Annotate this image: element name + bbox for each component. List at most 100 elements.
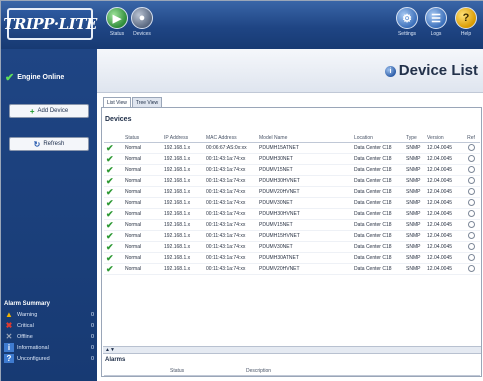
add-device-button[interactable]: + Add Device bbox=[9, 104, 89, 118]
alarm-summary-title: Alarm Summary bbox=[4, 301, 51, 307]
status-button[interactable]: ▶ Status bbox=[103, 7, 131, 37]
radio-button[interactable] bbox=[467, 221, 475, 229]
radio-button[interactable] bbox=[467, 166, 475, 174]
status-ok-icon: ✔ bbox=[106, 209, 114, 219]
table-row[interactable]: ✔ Normal 192.168.1.x 00:11:43:1a:74:xx PDUMV… bbox=[104, 220, 480, 231]
device-ip-address: 192.168.1.x bbox=[164, 200, 191, 206]
column-header-version[interactable]: Version bbox=[427, 134, 462, 143]
device-ref-radio[interactable] bbox=[464, 143, 478, 154]
device-status: Normal bbox=[125, 211, 142, 217]
radio-button[interactable] bbox=[467, 188, 475, 196]
help-button[interactable]: ? Help bbox=[452, 7, 480, 37]
table-row[interactable]: ✔ Normal 192.168.1.x 00:11:43:1a:74:xx PDUMV… bbox=[104, 242, 480, 253]
device-ref-radio[interactable] bbox=[464, 198, 478, 209]
refresh-icon: ↻ bbox=[33, 139, 41, 149]
alarm-summary-label: Informational bbox=[17, 344, 49, 351]
radio-button[interactable] bbox=[467, 199, 475, 207]
device-mac-address: 00:11:43:1a:74:xx bbox=[206, 255, 246, 261]
device-status: Normal bbox=[125, 167, 142, 173]
radio-button[interactable] bbox=[467, 210, 475, 218]
tab-list-view[interactable]: List View bbox=[103, 97, 131, 107]
offline-icon: ✕ bbox=[5, 332, 13, 341]
column-header-type[interactable]: Type bbox=[406, 134, 424, 143]
table-row[interactable]: ✔ Normal 192.168.1.x 00:11:43:1a:74:xx PDUMV… bbox=[104, 264, 480, 275]
status-ok-icon: ✔ bbox=[106, 187, 114, 197]
device-version: 12.04.0045 bbox=[427, 200, 453, 206]
app-window: TRIPP·LITE ▶ Status ● Devices ⚙ Settings… bbox=[0, 0, 483, 381]
alarm-summary-offline[interactable]: ✕ Offline 0 bbox=[4, 331, 94, 342]
alarm-summary-warning[interactable]: ▲ Warning 0 bbox=[4, 309, 94, 320]
table-row[interactable]: ✔ Normal 192.168.1.x 00:11:43:1a:74:xx PDUMH… bbox=[104, 253, 480, 264]
table-row[interactable]: ✔ Normal 192.168.1.x 00:11:43:1a:74:xx PDUMV… bbox=[104, 198, 480, 209]
device-model-name: PDUMV30NET bbox=[259, 200, 293, 206]
device-status: Normal bbox=[125, 156, 142, 162]
radio-button[interactable] bbox=[467, 232, 475, 240]
tab-tree-view[interactable]: Tree View bbox=[131, 97, 163, 107]
title-bar: i Device List bbox=[97, 49, 483, 93]
device-ref-radio[interactable] bbox=[464, 165, 478, 176]
device-location: Data Center C18 bbox=[354, 222, 392, 228]
radio-button[interactable] bbox=[467, 243, 475, 251]
alarm-summary-informational[interactable]: i Informational 0 bbox=[4, 342, 94, 353]
device-ref-radio[interactable] bbox=[464, 231, 478, 242]
status-ok-icon: ✔ bbox=[106, 176, 114, 186]
table-row[interactable]: ✔ Normal 192.168.1.x 00:11:43:1a:74:xx PDUMV… bbox=[104, 187, 480, 198]
info-icon: i bbox=[4, 343, 14, 352]
radio-button[interactable] bbox=[467, 265, 475, 273]
logs-button[interactable]: ☰ Logs bbox=[422, 7, 450, 37]
column-header-location[interactable]: Location bbox=[354, 134, 402, 143]
column-header-ip-address[interactable]: IP Address bbox=[164, 134, 202, 143]
device-ref-radio[interactable] bbox=[464, 264, 478, 275]
table-row[interactable]: ✔ Normal 192.168.1.x 00:11:43:1a:74:xx PDUMV… bbox=[104, 165, 480, 176]
device-ref-radio[interactable] bbox=[464, 220, 478, 231]
plus-icon: + bbox=[29, 106, 35, 116]
device-ref-radio[interactable] bbox=[464, 253, 478, 264]
column-header-status[interactable]: Status bbox=[125, 134, 161, 143]
refresh-button[interactable]: ↻ Refresh bbox=[9, 137, 89, 151]
radio-button[interactable] bbox=[467, 144, 475, 152]
view-tabs: List View Tree View bbox=[103, 97, 163, 107]
table-row[interactable]: ✔ Normal 192.168.1.x 00:06:67:AS:0x:xx PDUMH… bbox=[104, 143, 480, 154]
column-header-mac-address[interactable]: MAC Address bbox=[206, 134, 258, 143]
status-icon: ▶ bbox=[106, 7, 128, 29]
device-ip-address: 192.168.1.x bbox=[164, 266, 191, 272]
settings-button[interactable]: ⚙ Settings bbox=[393, 7, 421, 37]
status-ok-icon: ✔ bbox=[106, 154, 114, 164]
device-model-name: PDUMH15ATNET bbox=[259, 145, 299, 151]
alarm-summary-unconfigured[interactable]: ? Unconfigured 0 bbox=[4, 353, 94, 364]
table-row[interactable]: ✔ Normal 192.168.1.x 00:11:43:1a:74:xx PDUMH… bbox=[104, 231, 480, 242]
table-row[interactable]: ✔ Normal 192.168.1.x 00:11:43:1a:74:xx PDUMH… bbox=[104, 209, 480, 220]
device-ref-radio[interactable] bbox=[464, 154, 478, 165]
alarm-summary-count: 0 bbox=[90, 322, 94, 329]
header-bar: TRIPP·LITE ▶ Status ● Devices ⚙ Settings… bbox=[1, 1, 483, 49]
table-row[interactable]: ✔ Normal 192.168.1.x 00:11:43:1a:74:xx PDUMH… bbox=[104, 176, 480, 187]
device-model-name: PDUMV20HVNET bbox=[259, 189, 300, 195]
device-version: 12.04.0045 bbox=[427, 222, 453, 228]
table-body: ✔ Normal 192.168.1.x 00:06:67:AS:0x:xx PDUMH… bbox=[104, 143, 480, 275]
device-type: SNMP bbox=[406, 200, 421, 206]
device-ref-radio[interactable] bbox=[464, 176, 478, 187]
device-ref-radio[interactable] bbox=[464, 209, 478, 220]
alarm-summary-critical[interactable]: ✖ Critical 0 bbox=[4, 320, 94, 331]
alarms-column-description[interactable]: Description bbox=[246, 367, 306, 376]
panel-splitter[interactable]: ▲▼ bbox=[103, 346, 481, 354]
devices-panel: Devices Status IP Address MAC Address Mo… bbox=[101, 107, 482, 377]
device-version: 12.04.0045 bbox=[427, 266, 453, 272]
radio-button[interactable] bbox=[467, 254, 475, 262]
device-mac-address: 00:11:43:1a:74:xx bbox=[206, 178, 246, 184]
device-mac-address: 00:06:67:AS:0x:xx bbox=[206, 145, 247, 151]
status-ok-icon: ✔ bbox=[106, 143, 114, 153]
device-model-name: PDUMH30HVNET bbox=[259, 211, 300, 217]
alarms-column-status[interactable]: Status bbox=[170, 367, 200, 376]
device-list-icon: i bbox=[385, 66, 396, 77]
table-header-row: Status IP Address MAC Address Model Name… bbox=[104, 134, 480, 143]
column-header-ref[interactable]: Ref bbox=[464, 134, 478, 143]
device-mac-address: 00:11:43:1a:74:xx bbox=[206, 222, 246, 228]
table-row[interactable]: ✔ Normal 192.168.1.x 00:11:43:1a:74:xx PDUMH… bbox=[104, 154, 480, 165]
radio-button[interactable] bbox=[467, 155, 475, 163]
device-ref-radio[interactable] bbox=[464, 242, 478, 253]
device-ref-radio[interactable] bbox=[464, 187, 478, 198]
column-header-model-name[interactable]: Model Name bbox=[259, 134, 341, 143]
devices-button[interactable]: ● Devices bbox=[128, 7, 156, 37]
radio-button[interactable] bbox=[467, 177, 475, 185]
